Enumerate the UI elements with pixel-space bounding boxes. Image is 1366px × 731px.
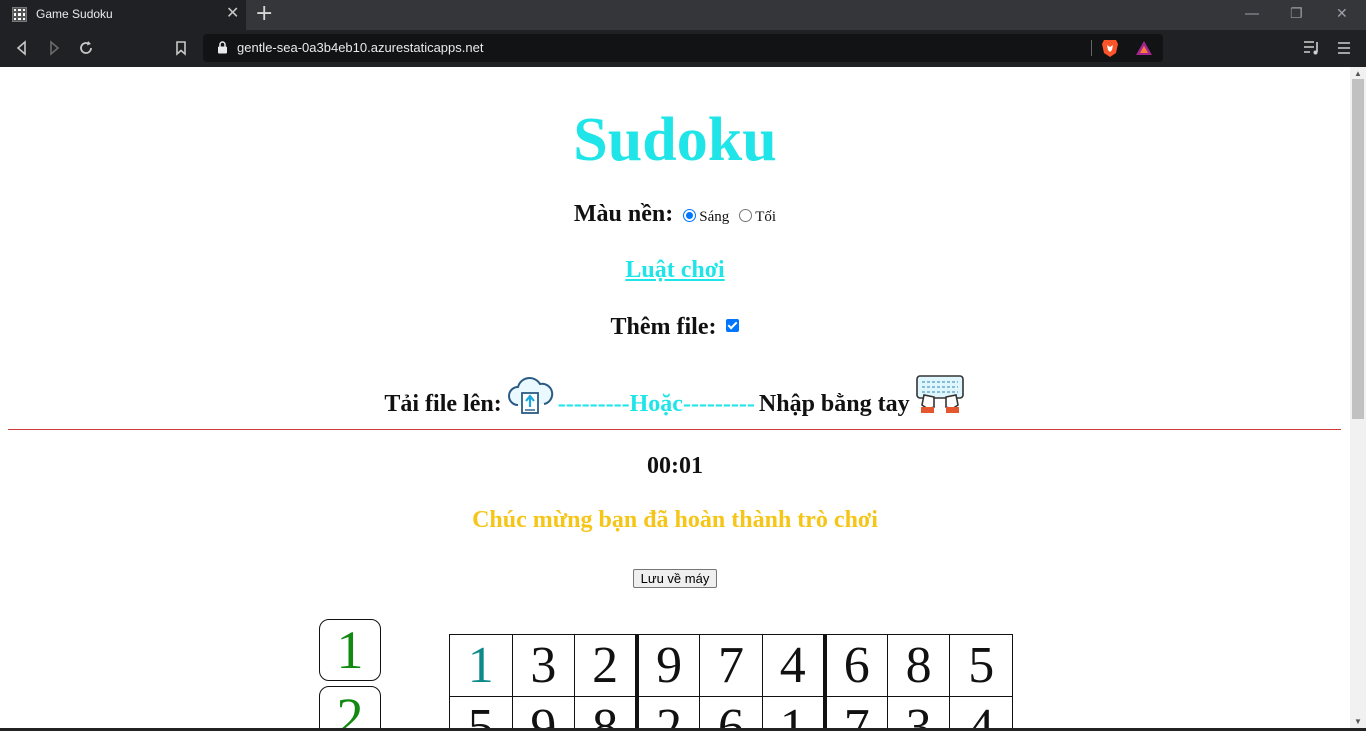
sudoku-cell[interactable]: 2 (635, 696, 701, 731)
brave-rewards-icon[interactable] (1135, 39, 1153, 57)
sudoku-cell[interactable]: 4 (761, 634, 826, 697)
url-text[interactable]: gentle-sea-0a3b4eb10.azurestaticapps.net (237, 40, 483, 55)
scrollbar-thumb[interactable] (1352, 79, 1364, 419)
save-to-device-button[interactable]: Lưu về máy (632, 569, 718, 588)
sudoku-cell[interactable]: 4 (949, 696, 1013, 731)
close-window-icon[interactable]: ✕ (1336, 6, 1348, 22)
sudoku-cell[interactable]: 3 (886, 696, 951, 731)
timer-row: 00:01 (0, 453, 1350, 480)
keyboard-typing-icon[interactable] (914, 373, 966, 415)
menu-icon[interactable] (1336, 39, 1352, 57)
bg-dark-label[interactable]: Tối (755, 209, 776, 225)
sudoku-cell[interactable]: 9 (635, 634, 701, 697)
background-row: Màu nền: Sáng Tối (0, 201, 1350, 228)
playlist-icon[interactable] (1302, 39, 1322, 57)
input-method-row: Tải file lên: ---------Hoặc--------- Nhậ… (0, 373, 1350, 418)
congrats-message: Chúc mừng bạn đã hoàn thành trò chơi (472, 507, 878, 533)
sudoku-cell[interactable]: 1 (761, 696, 826, 731)
game-timer: 00:01 (647, 453, 703, 479)
tab-close-icon[interactable]: ✕ (226, 5, 239, 23)
sudoku-cell[interactable]: 9 (511, 696, 576, 731)
bg-light-label[interactable]: Sáng (699, 209, 729, 225)
url-separator (1091, 40, 1092, 56)
restore-icon[interactable]: ❐ (1290, 6, 1303, 22)
sudoku-favicon-icon (12, 7, 27, 22)
sudoku-cell[interactable]: 6 (699, 696, 763, 731)
save-row: Lưu về máy (0, 569, 1350, 588)
upload-label: Tải file lên: (384, 391, 502, 417)
sudoku-cell[interactable]: 6 (822, 634, 888, 697)
bg-dark-radio[interactable] (739, 209, 753, 222)
scroll-up-icon[interactable]: ▲ (1354, 69, 1362, 78)
sudoku-cell[interactable]: 8 (574, 696, 638, 731)
address-bar[interactable]: gentle-sea-0a3b4eb10.azurestaticapps.net (203, 34, 1163, 62)
reload-icon[interactable] (76, 38, 96, 58)
forward-icon[interactable] (44, 38, 64, 58)
sudoku-cell[interactable]: 3 (511, 634, 576, 697)
sudoku-cell[interactable]: 2 (574, 634, 638, 697)
bg-light-radio[interactable] (683, 209, 697, 222)
bookmark-icon[interactable] (171, 38, 191, 58)
scroll-down-icon[interactable]: ▼ (1354, 717, 1362, 726)
browser-toolbar: gentle-sea-0a3b4eb10.azurestaticapps.net (0, 30, 1366, 67)
background-label: Màu nền: (573, 201, 674, 227)
page-scrollbar[interactable]: ▲ ▼ (1350, 67, 1366, 731)
lock-icon[interactable] (217, 41, 228, 54)
sudoku-cell[interactable]: 1 (449, 634, 513, 697)
sudoku-cell[interactable]: 7 (822, 696, 888, 731)
rules-link[interactable]: Luật chơi (625, 257, 724, 283)
page-title: Sudoku (573, 106, 777, 174)
or-separator: ---------Hoặc--------- (557, 391, 755, 417)
rules-row: Luật chơi (0, 257, 1350, 284)
add-file-row: Thêm file: (0, 314, 1350, 341)
board-row: 132974685 (449, 634, 1013, 697)
tab-bar: Game Sudoku ✕ + ― ❐ ✕ (0, 0, 1366, 30)
new-tab-button[interactable]: + (255, 2, 273, 26)
congrats-row: Chúc mừng bạn đã hoàn thành trò chơi (0, 507, 1350, 534)
add-file-checkbox[interactable] (726, 319, 740, 332)
section-divider (8, 429, 1341, 430)
sudoku-board: 132974685598261734 (449, 634, 1013, 731)
manual-input-label: Nhập bằng tay (758, 391, 910, 417)
brave-shields-icon[interactable] (1101, 38, 1119, 58)
number-picker-1[interactable]: 1 (319, 619, 381, 681)
sudoku-cell[interactable]: 8 (886, 634, 951, 697)
sudoku-cell[interactable]: 5 (949, 634, 1013, 697)
board-row: 598261734 (449, 696, 1013, 731)
active-tab[interactable]: Game Sudoku ✕ (0, 0, 246, 30)
sudoku-cell[interactable]: 7 (699, 634, 763, 697)
add-file-label: Thêm file: (610, 314, 717, 340)
tab-title: Game Sudoku (36, 7, 113, 21)
sudoku-cell[interactable]: 5 (449, 696, 513, 731)
cloud-upload-icon[interactable] (506, 375, 554, 415)
number-picker-2[interactable]: 2 (319, 686, 381, 731)
back-icon[interactable] (12, 38, 32, 58)
page-content: Sudoku Màu nền: Sáng Tối Luật chơi Thêm … (0, 67, 1350, 731)
minimize-icon[interactable]: ― (1245, 6, 1259, 22)
